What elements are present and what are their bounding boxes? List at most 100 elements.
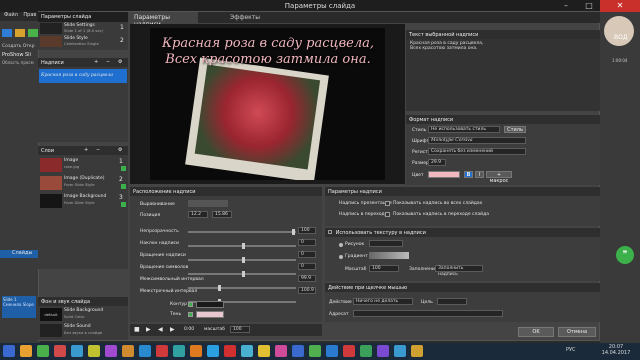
bgapp-slide-item[interactable]: Slide 1 Сменила Slope bbox=[2, 296, 36, 318]
case-select[interactable]: Сохранять без изменений bbox=[428, 148, 526, 155]
action-select[interactable]: Ничего не делать bbox=[353, 298, 413, 305]
gear-icon[interactable]: ⚙ bbox=[118, 147, 122, 153]
next-icon[interactable]: ▶ bbox=[170, 326, 175, 333]
slide-preview[interactable]: Красная роза в саду расцвела, Всех красо… bbox=[150, 28, 385, 180]
app-icon[interactable] bbox=[139, 345, 151, 357]
add-layer-icon[interactable]: + bbox=[84, 147, 88, 153]
list-item[interactable]: Slide Settings Slide 1 of 1 (8.0 sec) 1 bbox=[40, 23, 126, 35]
app-icon[interactable] bbox=[326, 345, 338, 357]
list-item[interactable]: default Slide Background Solid Color bbox=[39, 307, 127, 322]
outline-color[interactable] bbox=[196, 301, 224, 308]
spacing-slider[interactable] bbox=[188, 285, 296, 291]
app-icon[interactable] bbox=[122, 345, 134, 357]
app-icon[interactable] bbox=[258, 345, 270, 357]
app-icon[interactable] bbox=[54, 345, 66, 357]
app-icon[interactable] bbox=[88, 345, 100, 357]
align-buttons[interactable] bbox=[188, 200, 228, 207]
app-icon[interactable] bbox=[292, 345, 304, 357]
start-icon[interactable] bbox=[3, 345, 15, 357]
app-icon[interactable] bbox=[360, 345, 372, 357]
cancel-button[interactable]: Отмена bbox=[558, 327, 596, 337]
pos-x-input[interactable]: 12.2 bbox=[188, 211, 208, 218]
layer-visible-checkbox[interactable] bbox=[121, 202, 126, 207]
app-icon[interactable] bbox=[394, 345, 406, 357]
app-icon[interactable] bbox=[241, 345, 253, 357]
bgapp-slides-tab[interactable]: Слайды bbox=[0, 250, 40, 258]
app-icon[interactable] bbox=[173, 345, 185, 357]
firefox-icon[interactable] bbox=[190, 345, 202, 357]
fill-select[interactable]: Заполнить надпись bbox=[435, 265, 483, 277]
italic-button[interactable]: I bbox=[475, 171, 484, 178]
line-spacing-input[interactable]: 100.9 bbox=[298, 287, 316, 294]
tab-effects[interactable]: Эффекты bbox=[200, 12, 270, 23]
app-icon[interactable] bbox=[224, 345, 236, 357]
open-icon[interactable] bbox=[15, 29, 25, 37]
size-input[interactable]: 29.9 bbox=[428, 159, 446, 166]
list-item[interactable]: Slide Style Celebration Single 2 bbox=[40, 36, 126, 48]
gradient-preview[interactable] bbox=[369, 252, 409, 259]
tab-slide-params[interactable]: Параметры слайда bbox=[38, 12, 128, 22]
macro-button[interactable]: + макрос bbox=[486, 171, 512, 184]
menu-file[interactable]: Файл bbox=[4, 12, 18, 18]
layer-item[interactable]: Image rose.jpg 1 bbox=[39, 157, 127, 173]
style-button[interactable]: Стиль bbox=[504, 126, 526, 133]
opacity-input[interactable]: 100 bbox=[298, 227, 316, 234]
picture-select[interactable] bbox=[369, 240, 403, 247]
zoom-input[interactable]: 100 bbox=[230, 326, 250, 333]
prev-icon[interactable]: ◀ bbox=[158, 326, 163, 333]
opacity-slider[interactable] bbox=[188, 229, 296, 235]
caption-overlay[interactable]: Красная роза в саду расцвела, Всех красо… bbox=[158, 36, 378, 68]
stop-icon[interactable]: ■ bbox=[134, 326, 140, 333]
app-icon[interactable] bbox=[377, 345, 389, 357]
gradient-radio[interactable] bbox=[339, 255, 343, 259]
caption-item[interactable]: Красная роза в саду расцвела bbox=[39, 69, 127, 83]
app-icon[interactable] bbox=[207, 345, 219, 357]
caption-textarea[interactable]: Красная роза в саду расцвела, Всех красо… bbox=[410, 41, 520, 51]
ok-button[interactable]: OK bbox=[518, 327, 554, 337]
keyboard-language[interactable]: РУС bbox=[566, 347, 576, 353]
spacing-input[interactable]: 99.9 bbox=[298, 275, 316, 282]
picture-radio[interactable] bbox=[339, 243, 343, 247]
char-rotate-slider[interactable] bbox=[188, 271, 296, 277]
target-select[interactable] bbox=[437, 298, 467, 305]
app-icon[interactable] bbox=[71, 345, 83, 357]
layer-visible-checkbox[interactable] bbox=[121, 166, 126, 171]
save-icon[interactable] bbox=[28, 29, 38, 37]
shadow-color[interactable] bbox=[196, 311, 224, 318]
tab-caption-params[interactable]: Параметры надписи bbox=[130, 12, 198, 28]
app-icon[interactable] bbox=[309, 345, 321, 357]
app-icon[interactable] bbox=[275, 345, 287, 357]
scale-input[interactable]: 100 bbox=[369, 265, 399, 272]
tilt-slider[interactable] bbox=[188, 243, 296, 249]
app-icon[interactable] bbox=[343, 345, 355, 357]
add-caption-icon[interactable]: + bbox=[94, 59, 98, 65]
remove-caption-icon[interactable]: − bbox=[106, 59, 110, 65]
texture-checkbox[interactable] bbox=[328, 230, 332, 234]
remove-layer-icon[interactable]: − bbox=[96, 147, 100, 153]
address-input[interactable] bbox=[353, 310, 503, 317]
tilt-input[interactable]: 0 bbox=[298, 239, 316, 246]
bold-button[interactable]: B bbox=[464, 171, 473, 178]
font-select[interactable]: Monotype Corsiva bbox=[428, 137, 526, 144]
transition-checkbox[interactable] bbox=[385, 212, 390, 217]
menu-edit[interactable]: Прав bbox=[23, 12, 36, 18]
close-button[interactable]: ✕ bbox=[600, 0, 640, 12]
play-icon[interactable]: ▶ bbox=[146, 326, 151, 333]
char-rotate-input[interactable]: 0 bbox=[298, 263, 316, 270]
gear-icon[interactable]: ⚙ bbox=[118, 59, 122, 65]
layer-item[interactable]: Image (Duplicate) From Slide Style 2 bbox=[39, 175, 127, 191]
create-icon[interactable] bbox=[2, 29, 12, 37]
excel-icon[interactable] bbox=[37, 345, 49, 357]
pos-y-input[interactable]: 15.86 bbox=[212, 211, 232, 218]
app-icon[interactable] bbox=[411, 345, 423, 357]
list-item[interactable]: Slide Sound Без звука в слайде bbox=[39, 323, 127, 338]
layer-item[interactable]: Image Background From Slide Style 3 bbox=[39, 193, 127, 209]
outline-checkbox[interactable] bbox=[188, 302, 193, 307]
app-icon[interactable] bbox=[156, 345, 168, 357]
explorer-icon[interactable] bbox=[20, 345, 32, 357]
clock[interactable]: 20:07 14.04.2017 bbox=[594, 344, 638, 356]
shadow-checkbox[interactable] bbox=[188, 312, 193, 317]
style-select[interactable]: Не использовать стиль bbox=[428, 126, 500, 133]
chat-icon[interactable]: ❞ bbox=[616, 246, 634, 264]
rotate-slider[interactable] bbox=[188, 257, 296, 263]
